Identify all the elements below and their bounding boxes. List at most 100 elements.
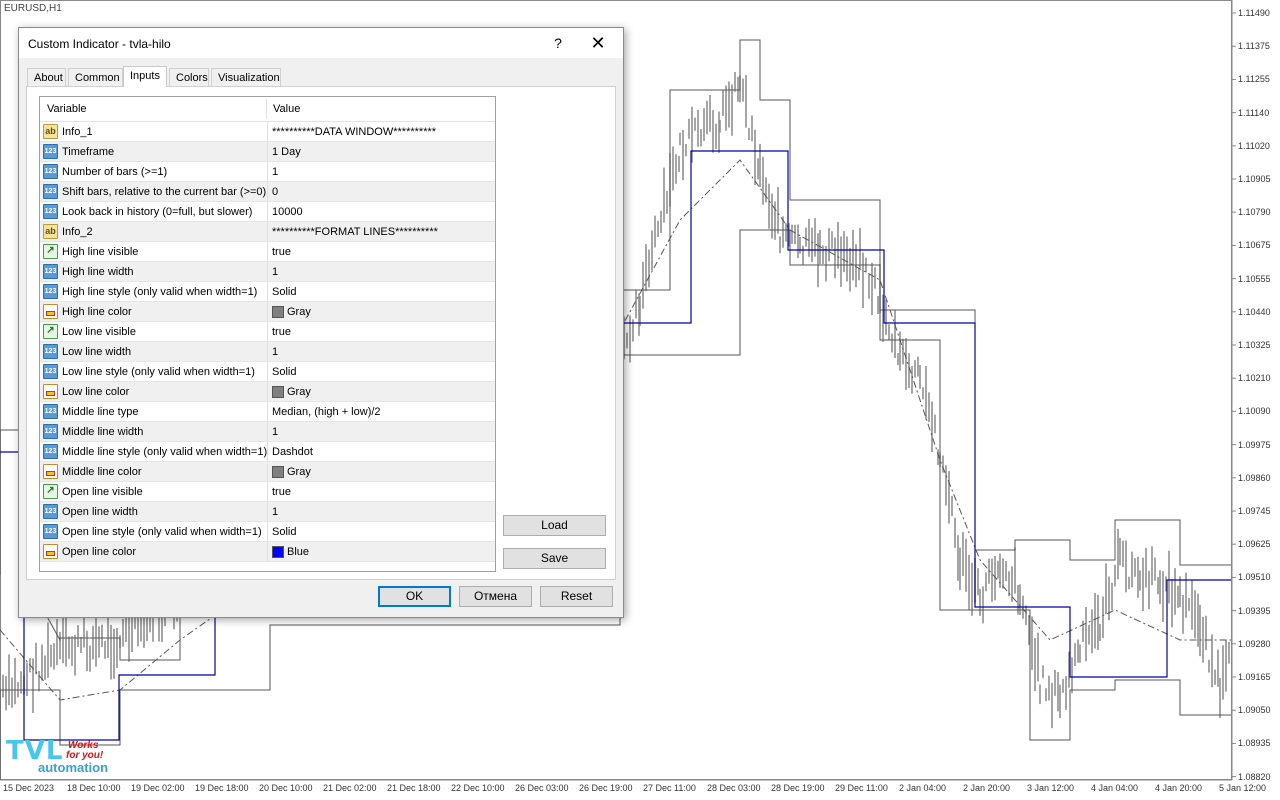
- inputs-panel: Variable Value ab Info_1 **********DATA WI…: [26, 86, 616, 580]
- custom-indicator-dialog: Custom Indicator - tvla-hilo ? ✕ About C…: [18, 27, 624, 618]
- parameter-value-cell[interactable]: Dashdot: [267, 442, 495, 461]
- parameter-value-cell[interactable]: Gray: [267, 382, 495, 401]
- save-button[interactable]: Save: [503, 548, 606, 569]
- ok-button[interactable]: OK: [378, 586, 451, 607]
- tab-visualization[interactable]: Visualization: [211, 68, 281, 86]
- time-tick-label: 28 Dec 03:00: [707, 783, 761, 793]
- price-tick-label: 1.09510: [1238, 572, 1271, 583]
- parameter-name: Open line style (only valid when width=1…: [62, 526, 262, 538]
- parameter-row[interactable]: 123 Look back in history (0=full, but slo…: [40, 202, 495, 222]
- parameter-name: Low line visible: [62, 326, 136, 338]
- parameter-value-cell[interactable]: Gray: [267, 462, 495, 481]
- reset-button[interactable]: Reset: [540, 586, 613, 607]
- price-tick-label: 1.09395: [1238, 605, 1271, 616]
- parameter-value-cell[interactable]: 0: [267, 182, 495, 201]
- color-swatch: [272, 466, 284, 478]
- parameter-row[interactable]: ↗ Open line visible true: [40, 482, 495, 502]
- parameter-row[interactable]: 123 Middle line type Median, (high + low)/…: [40, 402, 495, 422]
- text-type-icon: ab: [43, 224, 58, 239]
- tab-colors[interactable]: Colors: [169, 68, 209, 86]
- number-type-icon: 123: [43, 184, 58, 199]
- parameter-name: Open line visible: [62, 486, 143, 498]
- column-separator[interactable]: [266, 99, 267, 119]
- parameter-value-cell[interactable]: **********DATA WINDOW**********: [267, 122, 495, 141]
- parameter-row[interactable]: ↗ High line visible true: [40, 242, 495, 262]
- tvl-logo: TVL Works for you! automation: [4, 736, 114, 778]
- parameter-value-cell[interactable]: Gray: [267, 302, 495, 321]
- color-swatch: [272, 306, 284, 318]
- parameter-row[interactable]: ab Info_2 **********FORMAT LINES**********: [40, 222, 495, 242]
- tab-about[interactable]: About: [27, 68, 66, 86]
- parameter-row[interactable]: 123 High line width 1: [40, 262, 495, 282]
- parameter-value-cell[interactable]: 1: [267, 262, 495, 281]
- parameter-value-cell[interactable]: 1: [267, 422, 495, 441]
- price-tick-label: 1.11375: [1238, 41, 1270, 52]
- parameter-row[interactable]: 123 Number of bars (>=1) 1: [40, 162, 495, 182]
- number-type-icon: 123: [43, 404, 58, 419]
- parameter-row[interactable]: High line color Gray: [40, 302, 495, 322]
- parameter-row[interactable]: ab Info_1 **********DATA WINDOW**********: [40, 122, 495, 142]
- parameter-value-cell[interactable]: 1: [267, 162, 495, 181]
- parameter-value-cell[interactable]: Solid: [267, 362, 495, 381]
- parameter-value-cell[interactable]: true: [267, 482, 495, 501]
- time-tick-label: 22 Dec 10:00: [451, 783, 505, 793]
- parameter-value-cell[interactable]: 1: [267, 342, 495, 361]
- parameter-value-cell[interactable]: Blue: [267, 542, 495, 561]
- help-icon[interactable]: ?: [547, 32, 569, 54]
- time-tick-label: 19 Dec 02:00: [131, 783, 185, 793]
- parameter-value: **********DATA WINDOW**********: [272, 126, 437, 138]
- price-tick-label: 1.09975: [1238, 439, 1271, 450]
- inputs-grid: Variable Value ab Info_1 **********DATA WI…: [39, 96, 496, 572]
- cancel-button[interactable]: Отмена: [459, 586, 532, 607]
- price-tick-label: 1.09860: [1238, 472, 1271, 483]
- parameter-row[interactable]: 123 Low line style (only valid when width…: [40, 362, 495, 382]
- parameter-row[interactable]: 123 Shift bars, relative to the current b…: [40, 182, 495, 202]
- parameter-row[interactable]: 123 Open line style (only valid when widt…: [40, 522, 495, 542]
- parameter-value-cell[interactable]: true: [267, 322, 495, 341]
- parameter-value: Gray: [287, 466, 311, 478]
- price-tick-label: 1.11255: [1238, 74, 1270, 85]
- parameter-value-cell[interactable]: Solid: [267, 522, 495, 541]
- parameter-value: Gray: [287, 306, 311, 318]
- parameter-row[interactable]: 123 Middle line style (only valid when wi…: [40, 442, 495, 462]
- parameter-name: Middle line style (only valid when width…: [62, 446, 268, 458]
- dialog-titlebar[interactable]: Custom Indicator - tvla-hilo ? ✕: [19, 28, 623, 58]
- parameter-value-cell[interactable]: Solid: [267, 282, 495, 301]
- parameter-value: true: [272, 246, 291, 258]
- parameter-value-cell[interactable]: true: [267, 242, 495, 261]
- parameter-name: High line color: [62, 306, 132, 318]
- parameter-value-cell[interactable]: 1 Day: [267, 142, 495, 161]
- parameter-value: 1 Day: [272, 146, 301, 158]
- parameter-value-cell[interactable]: **********FORMAT LINES**********: [267, 222, 495, 241]
- color-type-icon: [43, 304, 58, 319]
- time-tick-label: 3 Jan 12:00: [1027, 783, 1075, 793]
- number-type-icon: 123: [43, 164, 58, 179]
- parameter-row[interactable]: Open line color Blue: [40, 542, 495, 562]
- parameter-row[interactable]: 123 Open line width 1: [40, 502, 495, 522]
- time-tick-label: 2 Jan 20:00: [963, 783, 1011, 793]
- parameter-row[interactable]: 123 High line style (only valid when widt…: [40, 282, 495, 302]
- parameter-row[interactable]: Middle line color Gray: [40, 462, 495, 482]
- parameter-value-cell[interactable]: 10000: [267, 202, 495, 221]
- parameter-name: Info_1: [62, 126, 93, 138]
- tab-inputs[interactable]: Inputs: [123, 66, 167, 87]
- parameter-row[interactable]: 123 Low line width 1: [40, 342, 495, 362]
- parameter-value-cell[interactable]: Median, (high + low)/2: [267, 402, 495, 421]
- number-type-icon: 123: [43, 444, 58, 459]
- number-type-icon: 123: [43, 284, 58, 299]
- column-header-value[interactable]: Value: [273, 103, 300, 115]
- parameter-row[interactable]: 123 Timeframe 1 Day: [40, 142, 495, 162]
- parameter-row[interactable]: 123 Middle line width 1: [40, 422, 495, 442]
- parameter-value: Median, (high + low)/2: [272, 406, 381, 418]
- parameter-value-cell[interactable]: 1: [267, 502, 495, 521]
- column-header-variable[interactable]: Variable: [47, 103, 87, 115]
- close-icon[interactable]: ✕: [587, 32, 609, 54]
- load-button[interactable]: Load: [503, 515, 606, 536]
- parameter-value: 1: [272, 266, 279, 278]
- price-tick-label: 1.10440: [1238, 306, 1271, 317]
- parameter-row[interactable]: Low line color Gray: [40, 382, 495, 402]
- tab-common[interactable]: Common: [68, 68, 123, 86]
- grid-header: Variable Value: [40, 97, 495, 122]
- parameter-row[interactable]: ↗ Low line visible true: [40, 322, 495, 342]
- time-tick-label: 27 Dec 11:00: [643, 783, 696, 793]
